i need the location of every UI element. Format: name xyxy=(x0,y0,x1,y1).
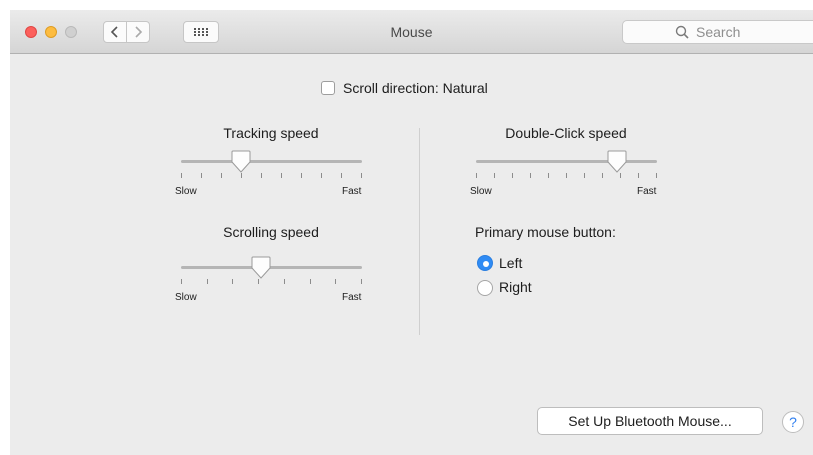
double-click-speed-slow: Slow xyxy=(470,186,492,197)
help-button[interactable]: ? xyxy=(782,411,804,433)
tick-mark xyxy=(201,173,202,178)
scrolling-speed-fast: Fast xyxy=(342,292,362,303)
tick-mark xyxy=(221,173,222,178)
title-bar: Mouse Search xyxy=(10,10,813,54)
scrolling-speed-title: Scrolling speed xyxy=(223,224,319,240)
column-divider xyxy=(419,128,420,335)
tick-mark xyxy=(566,173,567,178)
tick-mark xyxy=(283,279,285,284)
right-radio[interactable] xyxy=(477,280,493,296)
tick-mark xyxy=(321,173,322,178)
scroll-direction-label[interactable]: Scroll direction: Natural xyxy=(343,80,488,96)
double-click-speed-knob[interactable] xyxy=(606,150,628,174)
tick-mark xyxy=(301,173,302,178)
scroll-direction-checkbox[interactable] xyxy=(321,81,335,95)
tracking-speed-track[interactable] xyxy=(181,160,362,163)
tick-mark xyxy=(584,173,585,178)
preferences-window: Mouse Search Scroll direction: Natural T… xyxy=(10,10,813,455)
scrolling-speed-knob[interactable] xyxy=(250,256,272,280)
double-click-speed-ticks xyxy=(476,173,657,178)
tick-mark xyxy=(548,173,549,178)
scrolling-speed-slow: Slow xyxy=(175,292,197,303)
tick-mark xyxy=(309,279,311,284)
double-click-speed-track[interactable] xyxy=(476,160,657,163)
search-field[interactable]: Search xyxy=(622,20,813,44)
tick-mark xyxy=(181,279,182,284)
tick-mark xyxy=(341,173,342,178)
left-radio-label[interactable]: Left xyxy=(499,255,522,271)
tick-mark xyxy=(494,173,495,178)
tracking-speed-title: Tracking speed xyxy=(223,125,319,141)
left-radio[interactable] xyxy=(477,255,493,271)
tick-mark xyxy=(512,173,513,178)
tick-mark xyxy=(281,173,282,178)
search-icon xyxy=(675,25,689,39)
tick-mark xyxy=(181,173,182,178)
tick-mark xyxy=(232,279,234,284)
tick-mark xyxy=(530,173,531,178)
tick-mark xyxy=(361,279,362,284)
tick-mark xyxy=(261,173,262,178)
setup-bluetooth-mouse-button[interactable]: Set Up Bluetooth Mouse... xyxy=(537,407,763,435)
double-click-speed-title: Double-Click speed xyxy=(505,125,627,141)
tick-mark xyxy=(206,279,208,284)
tracking-speed-ticks xyxy=(181,173,362,178)
search-placeholder: Search xyxy=(696,24,741,40)
tracking-speed-knob[interactable] xyxy=(230,150,252,174)
tick-mark xyxy=(476,173,477,178)
tick-mark xyxy=(335,279,337,284)
tracking-speed-slow: Slow xyxy=(175,186,197,197)
tracking-speed-fast: Fast xyxy=(342,186,362,197)
primary-mouse-button-label: Primary mouse button: xyxy=(475,224,616,240)
double-click-speed-fast: Fast xyxy=(637,186,657,197)
tick-mark xyxy=(361,173,362,178)
right-radio-label[interactable]: Right xyxy=(499,279,532,295)
tick-mark xyxy=(656,173,657,178)
tick-mark xyxy=(638,173,639,178)
tick-mark xyxy=(602,173,603,178)
